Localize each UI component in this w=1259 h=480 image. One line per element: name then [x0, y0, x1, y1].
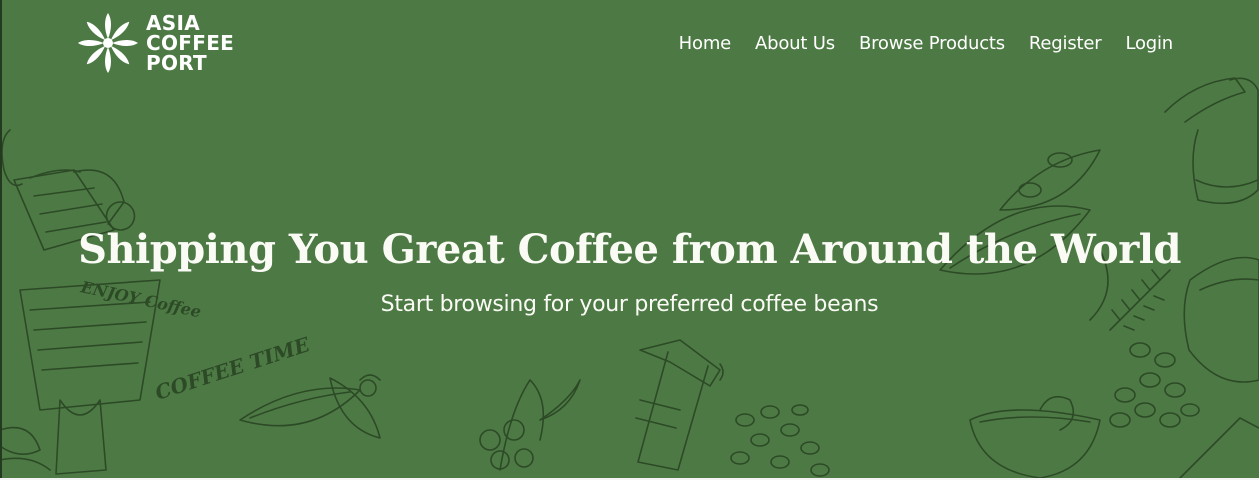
nav-home[interactable]: Home [679, 32, 732, 56]
nav-about-us[interactable]: About Us [755, 32, 835, 56]
nav-browse-products[interactable]: Browse Products [859, 32, 1005, 56]
flower-logo-icon [78, 13, 138, 73]
nav-register[interactable]: Register [1029, 32, 1102, 56]
nav-login[interactable]: Login [1125, 32, 1173, 56]
hero-title: Shipping You Great Coffee from Around th… [78, 226, 1181, 273]
beans-doodle-center [730, 404, 830, 477]
brand-name: ASIA COFFEE PORT [146, 13, 234, 73]
press-doodle [635, 339, 724, 471]
gooseneck-kettle-doodle [1164, 77, 1259, 205]
brand-logo-link[interactable]: ASIA COFFEE PORT [76, 10, 234, 76]
cherry-doodle [479, 379, 581, 471]
bowl-doodle [969, 395, 1259, 479]
main-nav: Home About Us Browse Products Register L… [679, 32, 1174, 56]
brand-line-3: PORT [146, 51, 208, 75]
brand-line-2: COFFEE [146, 31, 235, 55]
site-header: ASIA COFFEE PORT Home About Us Browse Pr… [0, 0, 1259, 90]
brand-line-1: ASIA [146, 11, 201, 35]
hero-subtitle: Start browsing for your preferred coffee… [380, 292, 879, 317]
leaf-doodle-left [239, 374, 381, 439]
svg-text:COFFEE TIME: COFFEE TIME [152, 332, 313, 405]
beans-doodle-right [1109, 342, 1200, 428]
